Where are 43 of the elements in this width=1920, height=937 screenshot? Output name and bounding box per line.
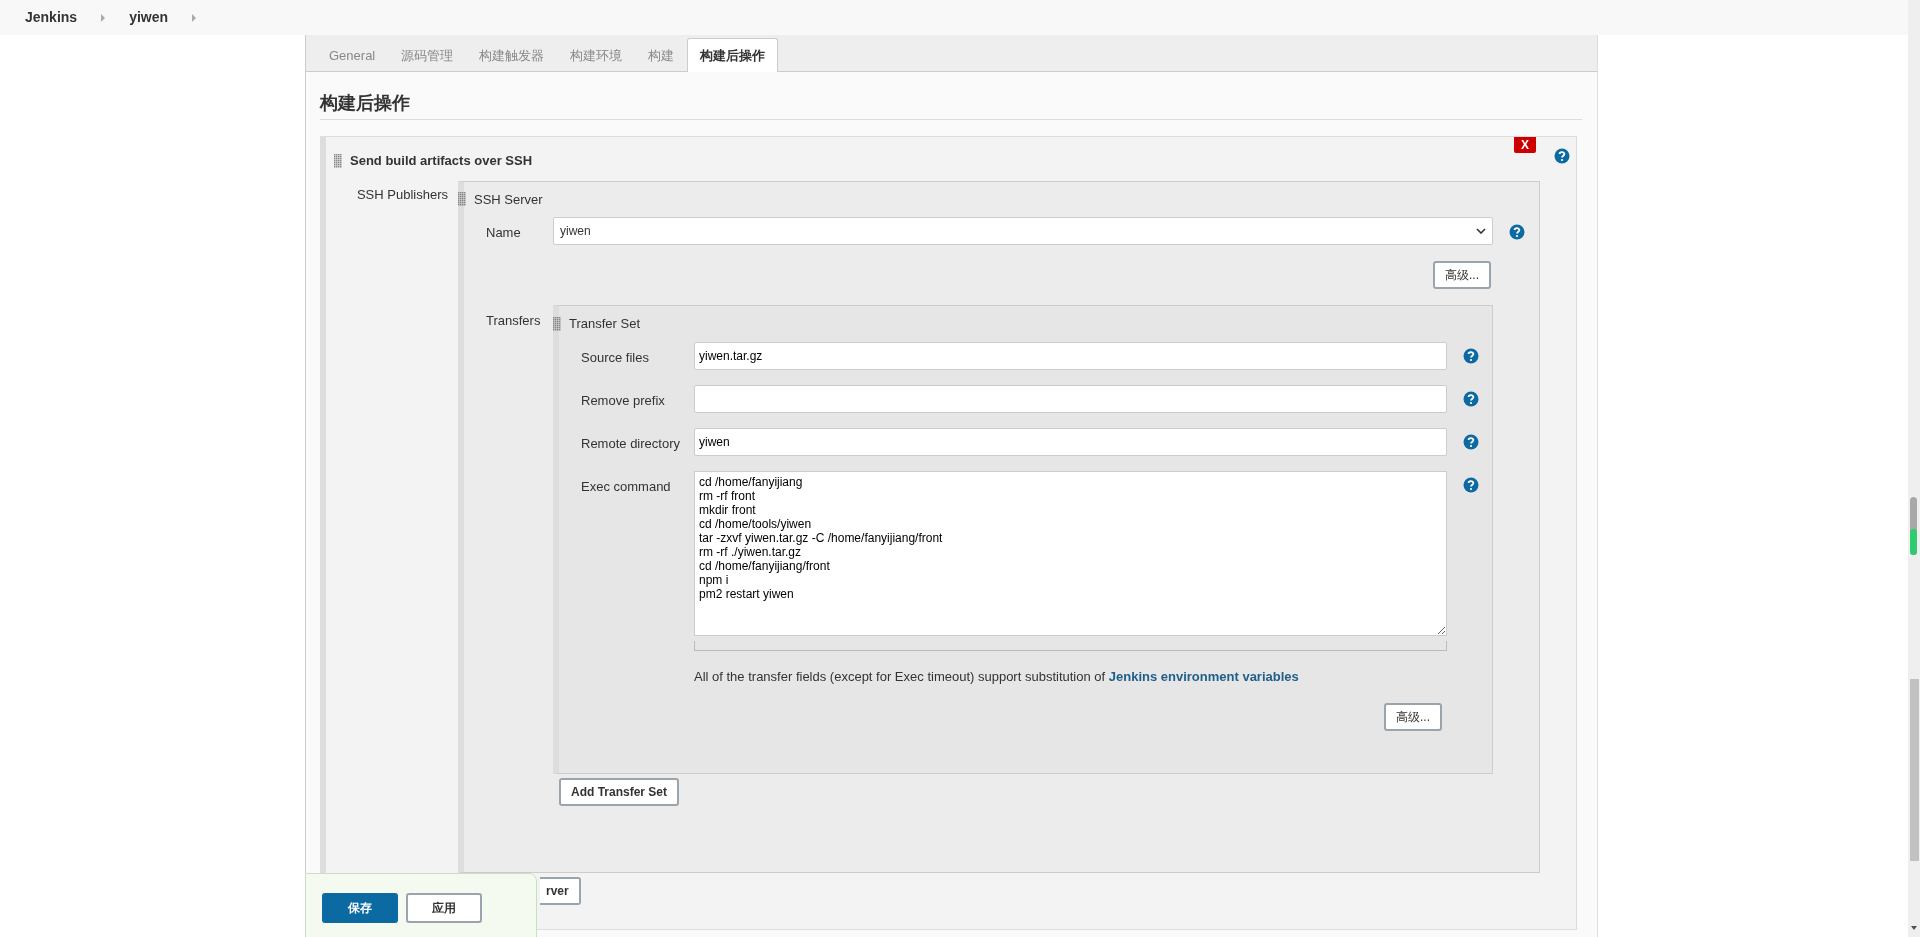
text-field[interactable]: yiwen.tar.gz [694,341,1447,370]
drag-handle-icon[interactable] [553,316,561,331]
apply-button[interactable]: 应用 [406,893,482,923]
note-text: All of the transfer fields (except for Exec timeout) support substitution of Jenkins environment variables [693,668,1300,686]
help-icon[interactable] [1463,434,1479,451]
chevron-icon[interactable] [101,13,106,22]
help-icon[interactable] [1554,147,1570,164]
field-label: Source files [581,349,649,365]
resize-handle[interactable] [694,641,1447,651]
text-field[interactable] [694,384,1447,413]
advanced-button[interactable]: 高级... [1433,261,1491,289]
tab[interactable]: 构建后操作 [687,37,779,72]
subsection-title: SSH Server [474,190,543,209]
breadcrumb-link[interactable]: yiwen [129,7,169,28]
save-button[interactable]: 保存 [322,893,398,923]
section-heading: 构建后操作 [320,90,1582,120]
scroll-indicator-icon [1909,496,1918,556]
environment-variables-link[interactable]: Jenkins environment variables [1108,669,1299,684]
command-textarea[interactable]: cd /home/fanyijiang rm -rf front mkdir front cd /home/tools/yiwen tar -zxvf yiwen.tar.gz -C /home/fanyijiang/front rm -rf ./yiwen.tar.gz cd /home/fanyijiang/front npm i pm2 restart yiwen [694,470,1447,636]
chevron-icon[interactable] [192,13,197,22]
text-field[interactable]: yiwen [694,427,1447,456]
subsection-title: Transfer Set [569,315,641,333]
advanced-button[interactable]: 高级... [1384,702,1442,731]
field-label: SSH Publishers [356,186,448,202]
help-icon[interactable] [1463,477,1479,494]
section-title: Send build artifacts over SSH [350,152,533,170]
delete-button[interactable]: X [1514,137,1536,153]
field-label: Exec command [581,478,671,494]
help-icon[interactable] [1509,223,1525,240]
field-label: Transfers [486,313,541,328]
chevron-down-icon [1476,228,1486,234]
drag-handle-icon[interactable] [458,192,466,207]
help-icon[interactable] [1463,348,1479,365]
help-icon[interactable] [1463,391,1479,408]
add-server-button[interactable]: rver [540,876,581,905]
field-label: Remove prefix [581,392,665,408]
scrollbar[interactable] [1908,0,1920,937]
name-dropdown[interactable]: yiwen [553,217,1493,245]
breadcrumb-link[interactable]: Jenkins [25,7,78,28]
drag-handle-icon[interactable] [334,153,342,168]
add-transfer-set-button[interactable]: Add Transfer Set [559,777,680,806]
field-label: Remote directory [581,435,680,451]
field-label: Name [486,225,521,240]
